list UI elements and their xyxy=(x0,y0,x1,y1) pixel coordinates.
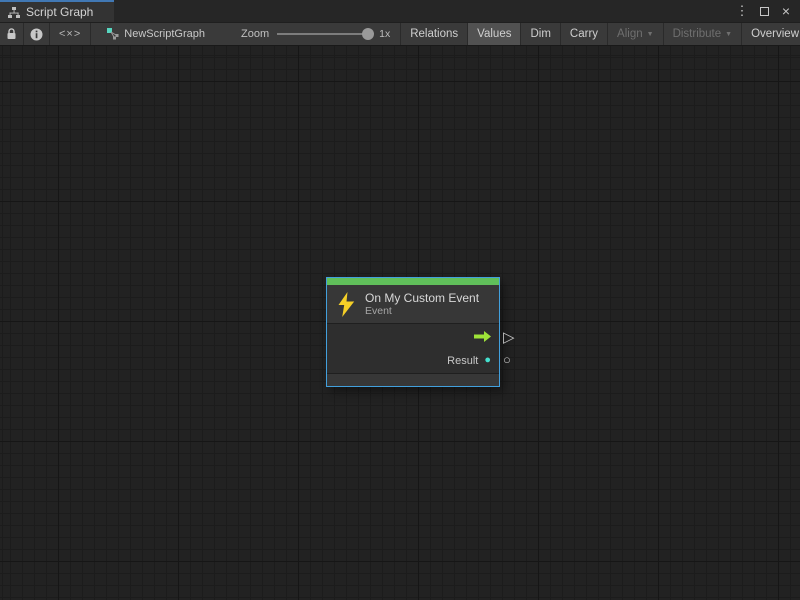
flow-output-port-icon[interactable]: ▷ xyxy=(503,330,515,345)
tabbar-spacer xyxy=(114,0,734,22)
tab-bar: Script Graph ⋮ × xyxy=(0,0,800,22)
distribute-label: Distribute xyxy=(673,28,722,40)
zoom-value: 1x xyxy=(379,28,390,40)
zoom-slider-knob[interactable] xyxy=(362,28,374,40)
distribute-button[interactable]: Distribute ▼ xyxy=(664,23,742,45)
overview-button[interactable]: Overview xyxy=(742,23,800,45)
result-output-row: Result ● xyxy=(327,349,499,373)
menu-icon[interactable]: ⋮ xyxy=(734,3,750,19)
value-port-dot-icon[interactable]: ● xyxy=(484,355,491,366)
lightning-bolt-icon xyxy=(337,292,356,317)
maximize-icon[interactable] xyxy=(756,3,772,19)
result-port-label: Result xyxy=(447,355,478,367)
zoom-slider[interactable] xyxy=(277,33,371,35)
zoom-control: Zoom 1x xyxy=(215,23,400,45)
zoom-label: Zoom xyxy=(241,28,269,40)
align-label: Align xyxy=(617,28,643,40)
graph-toolbar: <×> NewScriptGraph Zoom 1x Relations Val… xyxy=(0,22,800,46)
flow-output-row xyxy=(327,325,499,349)
graph-reference[interactable]: NewScriptGraph xyxy=(91,23,215,45)
code-view-button[interactable]: <×> xyxy=(50,23,90,45)
close-icon[interactable]: × xyxy=(778,3,794,19)
values-button[interactable]: Values xyxy=(468,23,520,45)
relations-button[interactable]: Relations xyxy=(401,23,467,45)
tab-title: Script Graph xyxy=(26,5,93,19)
node-subtitle: Event xyxy=(365,305,479,318)
graph-tree-icon xyxy=(8,7,20,18)
dropdown-arrow-icon: ▼ xyxy=(647,31,654,38)
event-node-accent-strip xyxy=(327,278,499,285)
node-footer xyxy=(327,374,499,386)
dim-button[interactable]: Dim xyxy=(521,23,559,45)
window-controls: ⋮ × xyxy=(734,0,800,22)
lock-button[interactable] xyxy=(0,23,23,45)
value-output-port-icon[interactable]: ○ xyxy=(503,353,511,366)
graph-asset-icon xyxy=(107,28,119,40)
dropdown-arrow-icon: ▼ xyxy=(725,31,732,38)
flow-arrow-icon[interactable] xyxy=(474,331,491,342)
lock-icon xyxy=(6,28,17,40)
carry-button[interactable]: Carry xyxy=(561,23,607,45)
align-button[interactable]: Align ▼ xyxy=(608,23,663,45)
node-body: Result ● xyxy=(327,324,499,374)
node-header[interactable]: On My Custom Event Event xyxy=(327,285,499,324)
tab-script-graph[interactable]: Script Graph xyxy=(0,0,114,22)
info-icon xyxy=(30,28,43,41)
graph-name: NewScriptGraph xyxy=(124,28,205,40)
script-graph-window: Script Graph ⋮ × <×> NewScriptG xyxy=(0,0,800,600)
node-title: On My Custom Event xyxy=(365,291,479,305)
event-node-on-my-custom-event[interactable]: On My Custom Event Event Result ● xyxy=(326,277,500,387)
graph-canvas[interactable]: On My Custom Event Event Result ● ▷ ○ xyxy=(0,46,800,600)
info-button[interactable] xyxy=(24,23,49,45)
